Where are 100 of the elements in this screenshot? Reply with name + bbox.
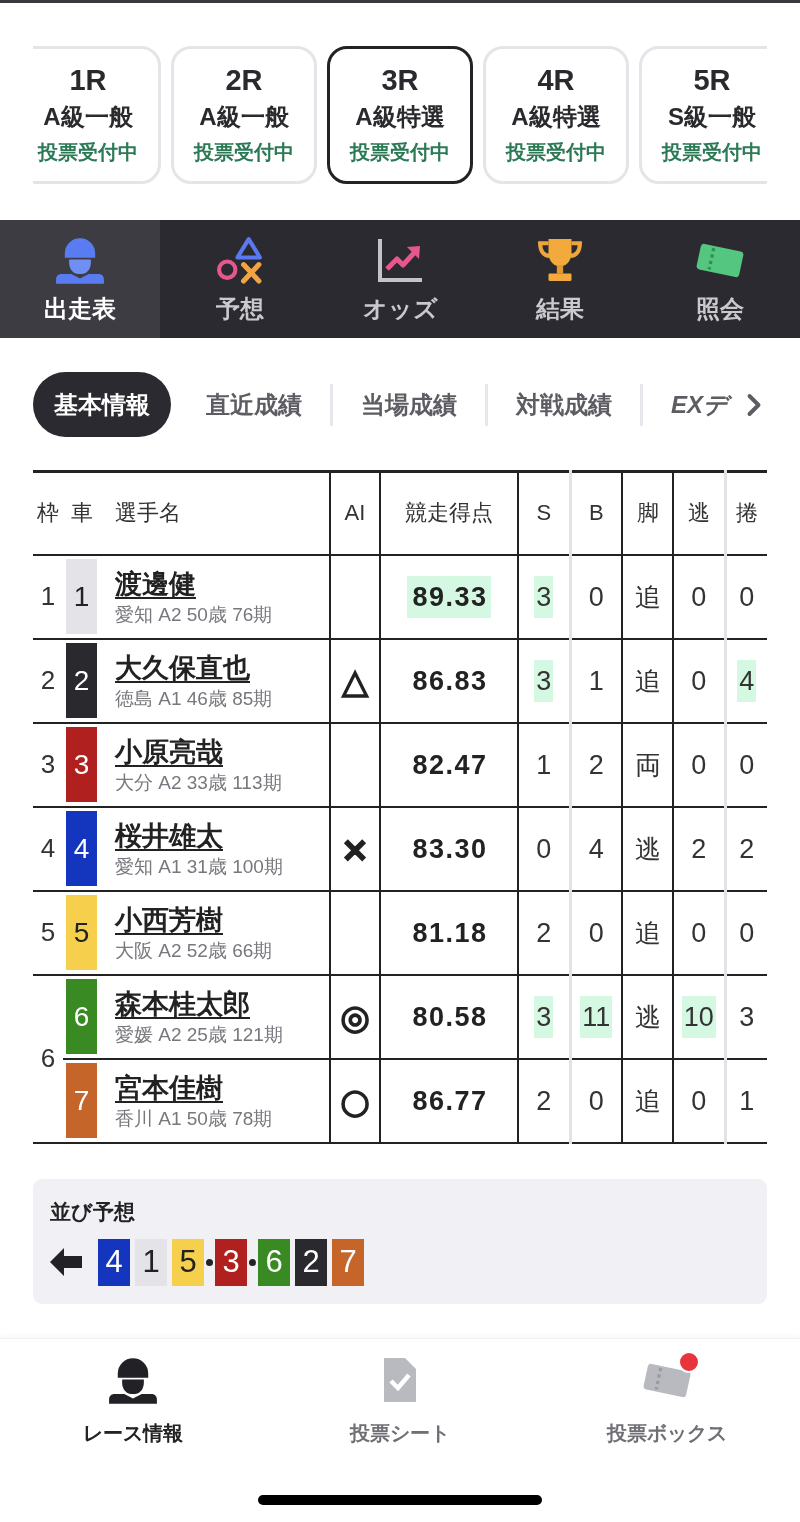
race-number: 2R: [225, 63, 263, 97]
trend-chart-icon: [377, 237, 423, 283]
frame-number: 6: [33, 974, 63, 1143]
racer-info: 大分 A2 33歳 113期: [115, 770, 282, 795]
stat-value: 3: [738, 1000, 756, 1034]
nav-tab[interactable]: 照会: [640, 220, 800, 338]
helmet-person-icon: [108, 1356, 159, 1404]
helmet-person-icon: [55, 236, 105, 284]
race-number: 5R: [693, 63, 731, 97]
stat-value: 0: [738, 748, 756, 782]
car-number-badge: 6: [258, 1238, 290, 1286]
stat-value: 1: [535, 748, 553, 782]
race-score: 80.58: [411, 1000, 489, 1034]
stat-value: 2: [587, 748, 605, 782]
ai-mark: △: [341, 660, 369, 701]
betting-status: 投票受付中: [506, 140, 606, 165]
car-number-badge: 4: [66, 811, 97, 886]
stat-value: 2: [535, 1084, 553, 1118]
stat-value: 0: [690, 664, 708, 698]
nav-tab[interactable]: 結果: [480, 220, 640, 338]
race-score: 83.30: [411, 832, 489, 866]
bottom-tab[interactable]: レース情報: [0, 1339, 267, 1495]
frame-number: 1: [33, 554, 63, 639]
running-style: 追: [634, 581, 661, 612]
racer-name-link[interactable]: 大久保直也: [115, 650, 250, 685]
stat-value: 0: [690, 916, 708, 950]
stat-value: 3: [534, 575, 554, 618]
betting-status: 投票受付中: [662, 140, 762, 165]
sub-tab[interactable]: 対戦成績: [488, 372, 640, 437]
arrow-left-icon: [50, 1248, 82, 1276]
stat-value: 3: [534, 659, 554, 702]
car-number-badge: 1: [135, 1238, 167, 1286]
race-card[interactable]: 4R A級特選 投票受付中: [483, 46, 629, 184]
betting-status: 投票受付中: [38, 140, 138, 165]
running-style: 追: [634, 1085, 661, 1116]
stat-value: 0: [690, 1084, 708, 1118]
car-number-badge: 7: [332, 1238, 364, 1286]
sub-tab[interactable]: 基本情報: [33, 372, 171, 437]
car-number-badge: 2: [295, 1238, 327, 1286]
race-number: 4R: [537, 63, 575, 97]
column-header: S: [518, 471, 570, 555]
bottom-tab[interactable]: 投票ボックス: [533, 1339, 800, 1495]
nav-tab[interactable]: 出走表: [0, 220, 160, 338]
sub-tab[interactable]: EXデ: [643, 372, 736, 437]
race-score: 89.33: [407, 575, 491, 618]
stat-value: 0: [535, 832, 553, 866]
column-header: 競走得点: [380, 471, 518, 555]
nav-tab[interactable]: 予想: [160, 220, 320, 338]
racer-info: 愛知 A2 50歳 76期: [115, 602, 273, 627]
frame-number: 2: [33, 638, 63, 723]
sub-tab[interactable]: 直近成績: [178, 372, 330, 437]
racer-name-link[interactable]: 渡邊健: [115, 566, 196, 601]
race-score: 86.83: [411, 664, 489, 698]
car-number-badge: 5: [66, 895, 97, 970]
betting-status: 投票受付中: [194, 140, 294, 165]
running-style: 追: [634, 917, 661, 948]
frame-number: 3: [33, 722, 63, 807]
ai-mark: ◎: [340, 996, 370, 1037]
stat-value: 2: [535, 916, 553, 950]
stat-value: 3: [534, 995, 554, 1038]
column-header: AI: [330, 471, 380, 555]
racer-name-link[interactable]: 桜井雄太: [115, 818, 223, 853]
bottom-tab[interactable]: 投票シート: [266, 1339, 534, 1495]
race-card[interactable]: 1R A級一般 投票受付中: [33, 46, 161, 184]
column-header: 車: [63, 471, 100, 555]
racer-name-link[interactable]: 宮本佳樹: [115, 1070, 223, 1105]
racer-name-link[interactable]: 小西芳樹: [115, 902, 223, 937]
race-card[interactable]: 3R A級特選 投票受付中: [327, 46, 473, 184]
betting-status: 投票受付中: [350, 140, 450, 165]
nav-tab[interactable]: オッズ: [320, 220, 480, 338]
stat-value: 1: [587, 664, 605, 698]
column-header: B: [570, 471, 622, 555]
running-style: 両: [634, 749, 661, 780]
stat-value: 0: [587, 580, 605, 614]
ai-mark: ○: [340, 1080, 370, 1121]
race-card[interactable]: 2R A級一般 投票受付中: [171, 46, 317, 184]
racer-name-link[interactable]: 小原亮哉: [115, 734, 223, 769]
column-header: 捲: [725, 471, 767, 555]
race-class: A級一般: [199, 102, 289, 132]
race-score: 86.77: [411, 1084, 489, 1118]
race-score: 81.18: [411, 916, 489, 950]
race-class: A級特選: [355, 102, 445, 132]
stat-value: 4: [587, 832, 605, 866]
stat-value: 2: [690, 832, 708, 866]
race-card[interactable]: 5R S級一般 投票受付中: [639, 46, 767, 184]
car-number-badge: 4: [98, 1238, 130, 1286]
racer-name-link[interactable]: 森本桂太郎: [115, 986, 250, 1021]
formation-title: 並び予想: [50, 1198, 136, 1225]
column-header: 選手名: [100, 471, 330, 555]
race-number: 3R: [381, 63, 419, 97]
running-style: 逃: [634, 1001, 661, 1032]
sub-tab[interactable]: 当場成績: [333, 372, 485, 437]
racer-info: 愛知 A1 31歳 100期: [115, 854, 283, 879]
stat-value: 1: [738, 1084, 756, 1118]
race-score: 82.47: [411, 748, 489, 782]
racer-info: 香川 A1 50歳 78期: [115, 1106, 273, 1131]
running-style: 逃: [634, 833, 661, 864]
stat-value: 0: [690, 748, 708, 782]
car-number-badge: 5: [172, 1238, 204, 1286]
trophy-icon: [537, 238, 583, 282]
